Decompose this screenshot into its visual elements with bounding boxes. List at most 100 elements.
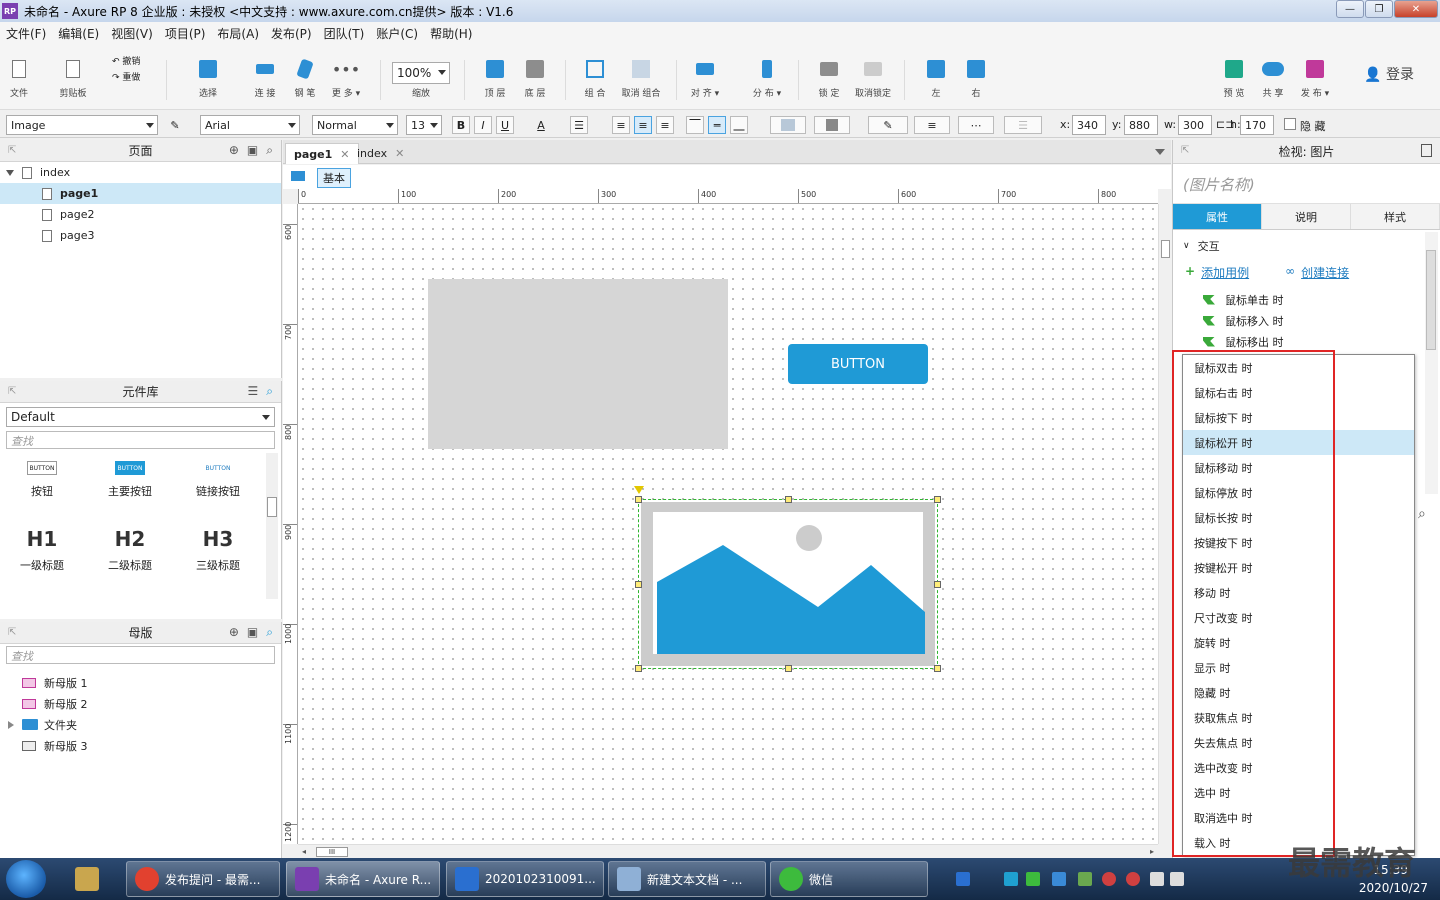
resize-handle[interactable]	[635, 581, 642, 588]
maximize-button[interactable]: ❐	[1365, 0, 1393, 18]
widget-button[interactable]: BUTTON 按钮	[2, 461, 82, 499]
event-option[interactable]: 移动 时	[1183, 580, 1414, 605]
y-input[interactable]: 880	[1124, 115, 1158, 135]
wechat-tray-icon[interactable]	[1026, 872, 1040, 886]
login-button[interactable]: 👤 登录	[1364, 64, 1414, 84]
adaptive-view-base[interactable]: 基本	[317, 168, 351, 188]
rotation-handle-icon[interactable]	[634, 486, 644, 494]
resize-handle[interactable]	[934, 581, 941, 588]
add-folder-icon[interactable]: ▣	[247, 625, 258, 640]
add-folder-icon[interactable]: ▣	[247, 143, 258, 158]
file-button[interactable]: 文件	[0, 44, 44, 99]
group-button[interactable]: 组 合	[570, 44, 620, 99]
event-on-mouse-enter[interactable]: 鼠标移入 时	[1173, 310, 1440, 331]
event-option[interactable]: 隐藏 时	[1183, 680, 1414, 705]
interactions-section[interactable]: ∨ 交互	[1173, 230, 1440, 254]
bold-button[interactable]: B	[452, 116, 470, 134]
bullet-list-icon[interactable]: ☰	[570, 116, 588, 134]
canvas-button-widget[interactable]: BUTTON	[788, 344, 928, 384]
tab-index[interactable]: index ✕	[349, 143, 412, 164]
resize-handle[interactable]	[785, 496, 792, 503]
underline-button[interactable]: U	[496, 116, 514, 134]
italic-button[interactable]: I	[474, 116, 492, 134]
w-input[interactable]: 300	[1178, 115, 1212, 135]
event-option[interactable]: 取消选中 时	[1183, 805, 1414, 830]
fill-color-icon[interactable]	[770, 116, 806, 134]
library-scrollbar[interactable]	[266, 453, 278, 599]
qq-icon[interactable]	[1102, 872, 1116, 886]
clipboard-button[interactable]: 剪贴板	[48, 44, 98, 99]
master-item[interactable]: 新母版 2	[0, 693, 281, 714]
resize-handle[interactable]	[635, 496, 642, 503]
library-search-input[interactable]: 查找	[6, 431, 275, 449]
notes-page-icon[interactable]	[1421, 144, 1432, 157]
hide-checkbox[interactable]	[1284, 118, 1296, 130]
valign-middle-icon[interactable]: ═	[708, 116, 726, 134]
taskbar-chrome[interactable]: 发布提问 - 最需...	[126, 861, 280, 897]
masters-search-input[interactable]: 查找	[6, 646, 275, 664]
event-option[interactable]: 失去焦点 时	[1183, 730, 1414, 755]
event-on-mouse-out[interactable]: 鼠标移出 时	[1173, 331, 1440, 352]
tab-notes[interactable]: 说明	[1262, 204, 1351, 229]
event-on-click[interactable]: 鼠标单击 时	[1173, 289, 1440, 310]
scroll-thumb[interactable]	[1426, 250, 1436, 350]
publish-button[interactable]: 发 布 ▾	[1290, 44, 1340, 99]
pin-icon[interactable]: ⇱	[8, 386, 16, 397]
event-option-hovered[interactable]: 鼠标松开 时	[1183, 430, 1414, 455]
more-button[interactable]: ••• 更 多 ▾	[321, 44, 371, 100]
resize-handle[interactable]	[785, 665, 792, 672]
taskbar-vscode[interactable]: 2020102310091...	[446, 861, 604, 897]
master-item[interactable]: 新母版 3	[0, 735, 281, 756]
unlock-button[interactable]: 取消锁定	[848, 44, 898, 99]
undo-button[interactable]: ↶ 撤销	[112, 54, 140, 67]
valign-bottom-icon[interactable]: ⎽	[730, 116, 748, 134]
event-option[interactable]: 按键按下 时	[1183, 530, 1414, 555]
h-input[interactable]: 170	[1240, 115, 1274, 135]
input-method-icon[interactable]	[956, 872, 970, 886]
taskbar-notepad[interactable]: 新建文本文档 - ...	[608, 861, 766, 897]
close-button[interactable]: ✕	[1394, 0, 1438, 18]
resize-handle[interactable]	[934, 496, 941, 503]
taskbar-explorer[interactable]	[58, 861, 122, 897]
event-option[interactable]: 鼠标停放 时	[1183, 480, 1414, 505]
align-right-text-icon[interactable]: ≡	[656, 116, 674, 134]
valign-top-icon[interactable]: ⎺	[686, 116, 704, 134]
add-page-icon[interactable]: ⊕	[229, 143, 239, 158]
scroll-thumb[interactable]	[1161, 240, 1170, 258]
zoom-select[interactable]: 100%	[392, 62, 450, 84]
widget-name-input[interactable]: (图片名称)	[1173, 164, 1440, 204]
menu-account[interactable]: 账户(C)	[370, 25, 424, 42]
event-option[interactable]: 尺寸改变 时	[1183, 605, 1414, 630]
search-icon[interactable]: ⌕	[266, 625, 273, 640]
tab-style[interactable]: 样式	[1351, 204, 1440, 229]
font-size-select[interactable]: 13	[406, 115, 442, 135]
pin-icon[interactable]: ⇱	[1181, 145, 1189, 156]
widget-primary-button[interactable]: BUTTON 主要按钮	[90, 461, 170, 499]
qq-icon[interactable]	[1126, 872, 1140, 886]
widget-link-button[interactable]: BUTTON 链接按钮	[178, 461, 258, 499]
font-style-select[interactable]: Normal	[312, 115, 398, 135]
search-icon[interactable]: ⌕	[266, 143, 273, 158]
close-icon[interactable]: ✕	[395, 147, 404, 160]
menu-icon[interactable]: ☰	[248, 384, 259, 399]
tabs-dropdown-icon[interactable]	[1155, 149, 1165, 155]
menu-publish[interactable]: 发布(P)	[265, 25, 318, 42]
event-option[interactable]: 鼠标双击 时	[1183, 355, 1414, 380]
tray-app-icon[interactable]	[1004, 872, 1018, 886]
page-tree-root[interactable]: index	[0, 162, 281, 183]
arrow-style-icon[interactable]: ☰	[1004, 116, 1042, 134]
line-style-icon[interactable]: ⋯	[958, 116, 994, 134]
tab-properties[interactable]: 属性	[1173, 204, 1262, 229]
select-button[interactable]: 选择	[183, 44, 233, 99]
redo-button[interactable]: ↷ 重做	[112, 70, 140, 83]
volume-icon[interactable]	[1170, 872, 1184, 886]
event-option[interactable]: 旋转 时	[1183, 630, 1414, 655]
font-family-select[interactable]: Arial	[200, 115, 300, 135]
right-button[interactable]: 右	[951, 44, 1001, 99]
expand-icon[interactable]	[6, 169, 14, 176]
taskbar-wechat[interactable]: 微信	[770, 861, 928, 897]
widget-type-select[interactable]: Image	[6, 115, 158, 135]
event-option[interactable]: 鼠标移动 时	[1183, 455, 1414, 480]
font-color-button[interactable]: A	[526, 116, 556, 134]
ungroup-button[interactable]: 取消 组合	[616, 44, 666, 99]
